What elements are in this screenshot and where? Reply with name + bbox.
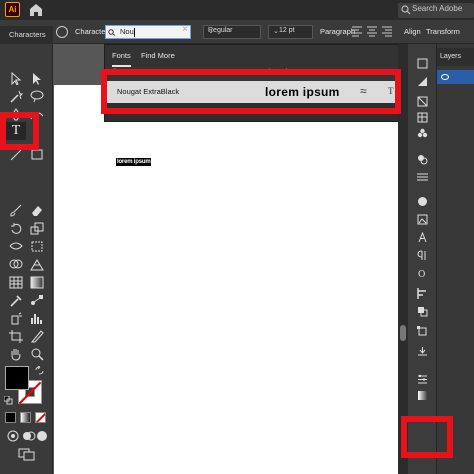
- layer-row[interactable]: [437, 70, 474, 84]
- eyedropper-tool-icon[interactable]: [9, 294, 23, 307]
- character-panel-link[interactable]: Character: [75, 27, 108, 36]
- scale-tool-icon[interactable]: [30, 222, 44, 235]
- panel-icon-dock: O: [408, 44, 436, 474]
- rotate-tool-icon[interactable]: [9, 222, 23, 235]
- align-panel-link[interactable]: Align: [404, 27, 421, 36]
- stroke-panel-icon[interactable]: [417, 172, 428, 183]
- font-size-field[interactable]: 12 pt ⌄: [268, 25, 313, 39]
- character-icon[interactable]: [417, 232, 428, 243]
- transform-panel-link[interactable]: Transform: [426, 27, 460, 36]
- magic-wand-tool-icon[interactable]: [9, 90, 23, 103]
- characters-panel-tab[interactable]: Characters: [0, 26, 53, 44]
- default-fill-stroke-icon[interactable]: [4, 396, 13, 405]
- search-placeholder: Search Adobe: [412, 4, 463, 13]
- tab-fonts[interactable]: Fonts: [112, 45, 131, 67]
- align-right-icon[interactable]: [382, 26, 392, 37]
- adobe-search[interactable]: Search Adobe: [398, 3, 474, 18]
- draw-inside-icon[interactable]: [35, 430, 49, 443]
- globe-icon[interactable]: [56, 26, 68, 38]
- pathfinder-icon[interactable]: [417, 306, 428, 317]
- layers-tab-label: Layers: [440, 53, 462, 60]
- align-panel-icon[interactable]: [417, 288, 428, 299]
- free-transform-tool-icon[interactable]: [30, 240, 44, 253]
- chevron-down-icon: ⌄: [208, 28, 214, 35]
- blend-tool-icon[interactable]: [30, 294, 44, 307]
- draw-normal-icon[interactable]: [6, 430, 20, 443]
- tab-layers[interactable]: Layers: [437, 48, 474, 66]
- align-left-icon[interactable]: [352, 26, 362, 37]
- tab-find-more[interactable]: Find More: [141, 45, 175, 67]
- color-icon[interactable]: [417, 96, 428, 107]
- font-search-value: Nou: [120, 27, 134, 36]
- layers-panel: Layers: [436, 44, 474, 474]
- dock-scrollbar-thumb[interactable]: [400, 325, 406, 341]
- font-style-dropdown[interactable]: Regular ⌄: [203, 25, 261, 39]
- fill-color-swatch[interactable]: [5, 366, 29, 390]
- properties-icon[interactable]: [417, 58, 428, 69]
- annotation-box-font-result: [101, 69, 401, 114]
- characters-tab-label: Characters: [9, 30, 46, 39]
- color-mode-icon[interactable]: [5, 412, 16, 423]
- appearance-icon[interactable]: [417, 154, 428, 165]
- app-bar: Ai Search Adobe: [0, 0, 474, 20]
- image-trace-icon[interactable]: [417, 214, 428, 225]
- lasso-tool-icon[interactable]: [30, 90, 44, 103]
- chevron-down-icon: ⌄: [273, 28, 279, 35]
- direct-selection-tool-icon[interactable]: [30, 72, 44, 85]
- symbols-icon[interactable]: [417, 128, 428, 139]
- none-mode-icon[interactable]: [35, 412, 46, 423]
- shape-builder-tool-icon[interactable]: [9, 258, 23, 271]
- gradient-mode-icon[interactable]: [20, 412, 31, 423]
- asset-export-icon[interactable]: [417, 346, 428, 357]
- mesh-tool-icon[interactable]: [9, 276, 23, 289]
- paintbrush-tool-icon[interactable]: [9, 204, 23, 217]
- annotation-box-type-tool: [0, 112, 39, 150]
- illustrator-window: Ai Search Adobe Character Nou × Regular …: [0, 0, 474, 474]
- draw-behind-icon[interactable]: [22, 430, 36, 443]
- svg-text:O: O: [418, 270, 425, 279]
- slice-tool-icon[interactable]: [30, 330, 44, 343]
- paragraph-panel-link[interactable]: Paragraph: [320, 27, 355, 36]
- selection-tool-icon[interactable]: [9, 72, 23, 85]
- font-panel-tabs: Fonts Find More: [105, 45, 401, 67]
- gradient-panel-icon[interactable]: [417, 390, 428, 401]
- width-tool-icon[interactable]: [9, 240, 23, 253]
- tools-panel: •••: [0, 44, 53, 474]
- font-search-icon: [108, 29, 116, 36]
- home-icon[interactable]: [28, 2, 44, 17]
- transform-panel-icon[interactable]: [417, 326, 428, 337]
- more-tools-icon[interactable]: •••: [19, 470, 34, 474]
- visibility-eye-icon[interactable]: [441, 74, 449, 80]
- opentype-icon[interactable]: O: [417, 268, 428, 279]
- hand-tool-icon[interactable]: [9, 348, 23, 361]
- transparency-icon[interactable]: [417, 196, 428, 207]
- font-family-input[interactable]: Nou: [105, 25, 191, 39]
- symbol-sprayer-tool-icon[interactable]: [9, 312, 23, 325]
- eraser-tool-icon[interactable]: [30, 204, 44, 217]
- search-icon: [401, 5, 411, 15]
- swap-fill-stroke-icon[interactable]: [35, 366, 44, 375]
- control-bar: Character Nou × Regular ⌄ 12 pt ⌄ Paragr…: [0, 20, 474, 44]
- text-caret: [134, 28, 135, 37]
- gradient-tool-icon[interactable]: [30, 276, 44, 289]
- illustrator-logo: Ai: [5, 2, 20, 17]
- annotation-box-corner: [401, 416, 453, 458]
- column-graph-tool-icon[interactable]: [30, 312, 44, 325]
- libraries-icon[interactable]: [417, 76, 428, 87]
- perspective-grid-tool-icon[interactable]: [30, 258, 44, 271]
- align-center-icon[interactable]: [367, 26, 377, 37]
- screen-mode-icon[interactable]: [18, 448, 36, 461]
- swatches-icon[interactable]: [417, 112, 428, 123]
- variables-icon[interactable]: [417, 374, 428, 385]
- zoom-tool-icon[interactable]: [30, 348, 44, 361]
- clear-font-icon[interactable]: ×: [182, 24, 188, 35]
- artboard-tool-icon[interactable]: [9, 330, 23, 343]
- artboard[interactable]: lorem ipsum: [54, 85, 398, 474]
- paragraph-icon[interactable]: [417, 250, 428, 261]
- selected-text-object[interactable]: lorem ipsum: [116, 158, 152, 166]
